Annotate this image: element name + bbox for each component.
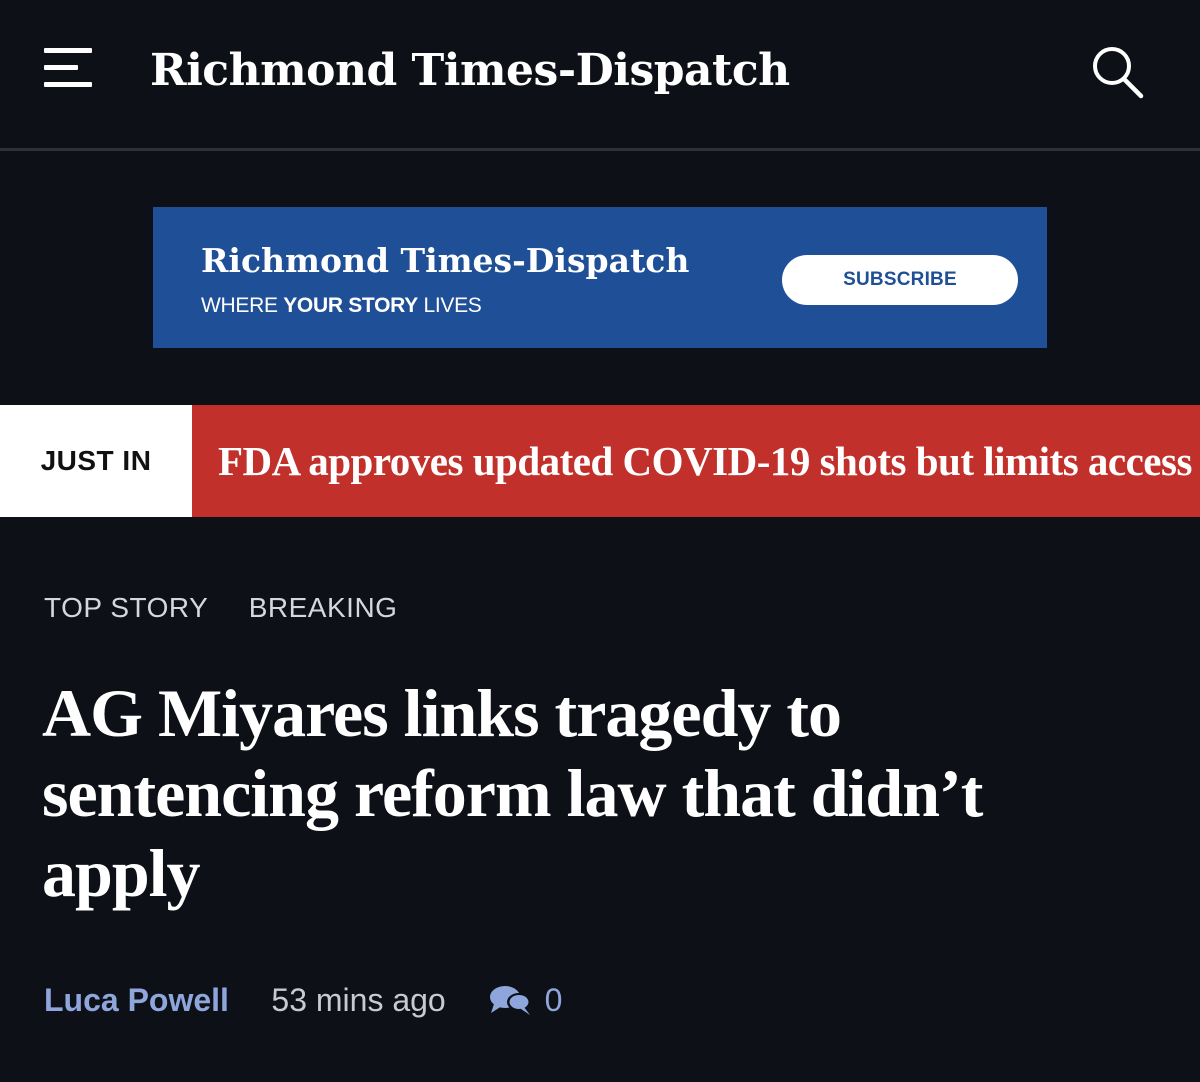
- just-in-headline-text: FDA approves updated COVID-19 shots but …: [218, 438, 1192, 484]
- comments-link[interactable]: 0: [488, 976, 562, 1024]
- label-breaking[interactable]: BREAKING: [249, 586, 398, 630]
- site-masthead-logo[interactable]: Richmond Times-Dispatch: [150, 38, 790, 104]
- comments-icon: [490, 986, 532, 1015]
- just-in-label: JUST IN: [0, 405, 192, 517]
- author-link[interactable]: Luca Powell: [44, 976, 229, 1024]
- ad-tagline: WHERE YOUR STORY LIVES: [201, 293, 482, 319]
- article-labels: TOP STORY BREAKING: [44, 586, 433, 630]
- article-timestamp: 53 mins ago: [271, 982, 446, 1018]
- ad-tagline-suffix: LIVES: [423, 294, 482, 317]
- menu-bar: [44, 82, 92, 87]
- label-top-story[interactable]: TOP STORY: [44, 586, 208, 630]
- ad-masthead-logo: Richmond Times-Dispatch: [201, 241, 690, 280]
- menu-bar: [44, 65, 78, 70]
- header-divider: [0, 148, 1200, 151]
- subscribe-button[interactable]: SUBSCRIBE: [782, 255, 1018, 305]
- subscription-ad-banner[interactable]: Richmond Times-Dispatch WHERE YOUR STORY…: [153, 207, 1047, 348]
- comment-count: 0: [544, 982, 563, 1018]
- menu-bar: [44, 48, 92, 53]
- ad-tagline-bold: YOUR STORY: [283, 294, 418, 317]
- article-byline: Luca Powell 53 mins ago 0: [44, 976, 562, 1024]
- just-in-headline-link[interactable]: FDA approves updated COVID-19 shots but …: [192, 405, 1200, 517]
- ad-tagline-prefix: WHERE: [201, 294, 278, 317]
- search-icon[interactable]: [1088, 44, 1150, 100]
- hamburger-menu-icon[interactable]: [40, 44, 96, 92]
- site-header: Richmond Times-Dispatch: [0, 0, 1200, 150]
- article-headline[interactable]: AG Miyares links tragedy to sentencing r…: [42, 673, 1142, 913]
